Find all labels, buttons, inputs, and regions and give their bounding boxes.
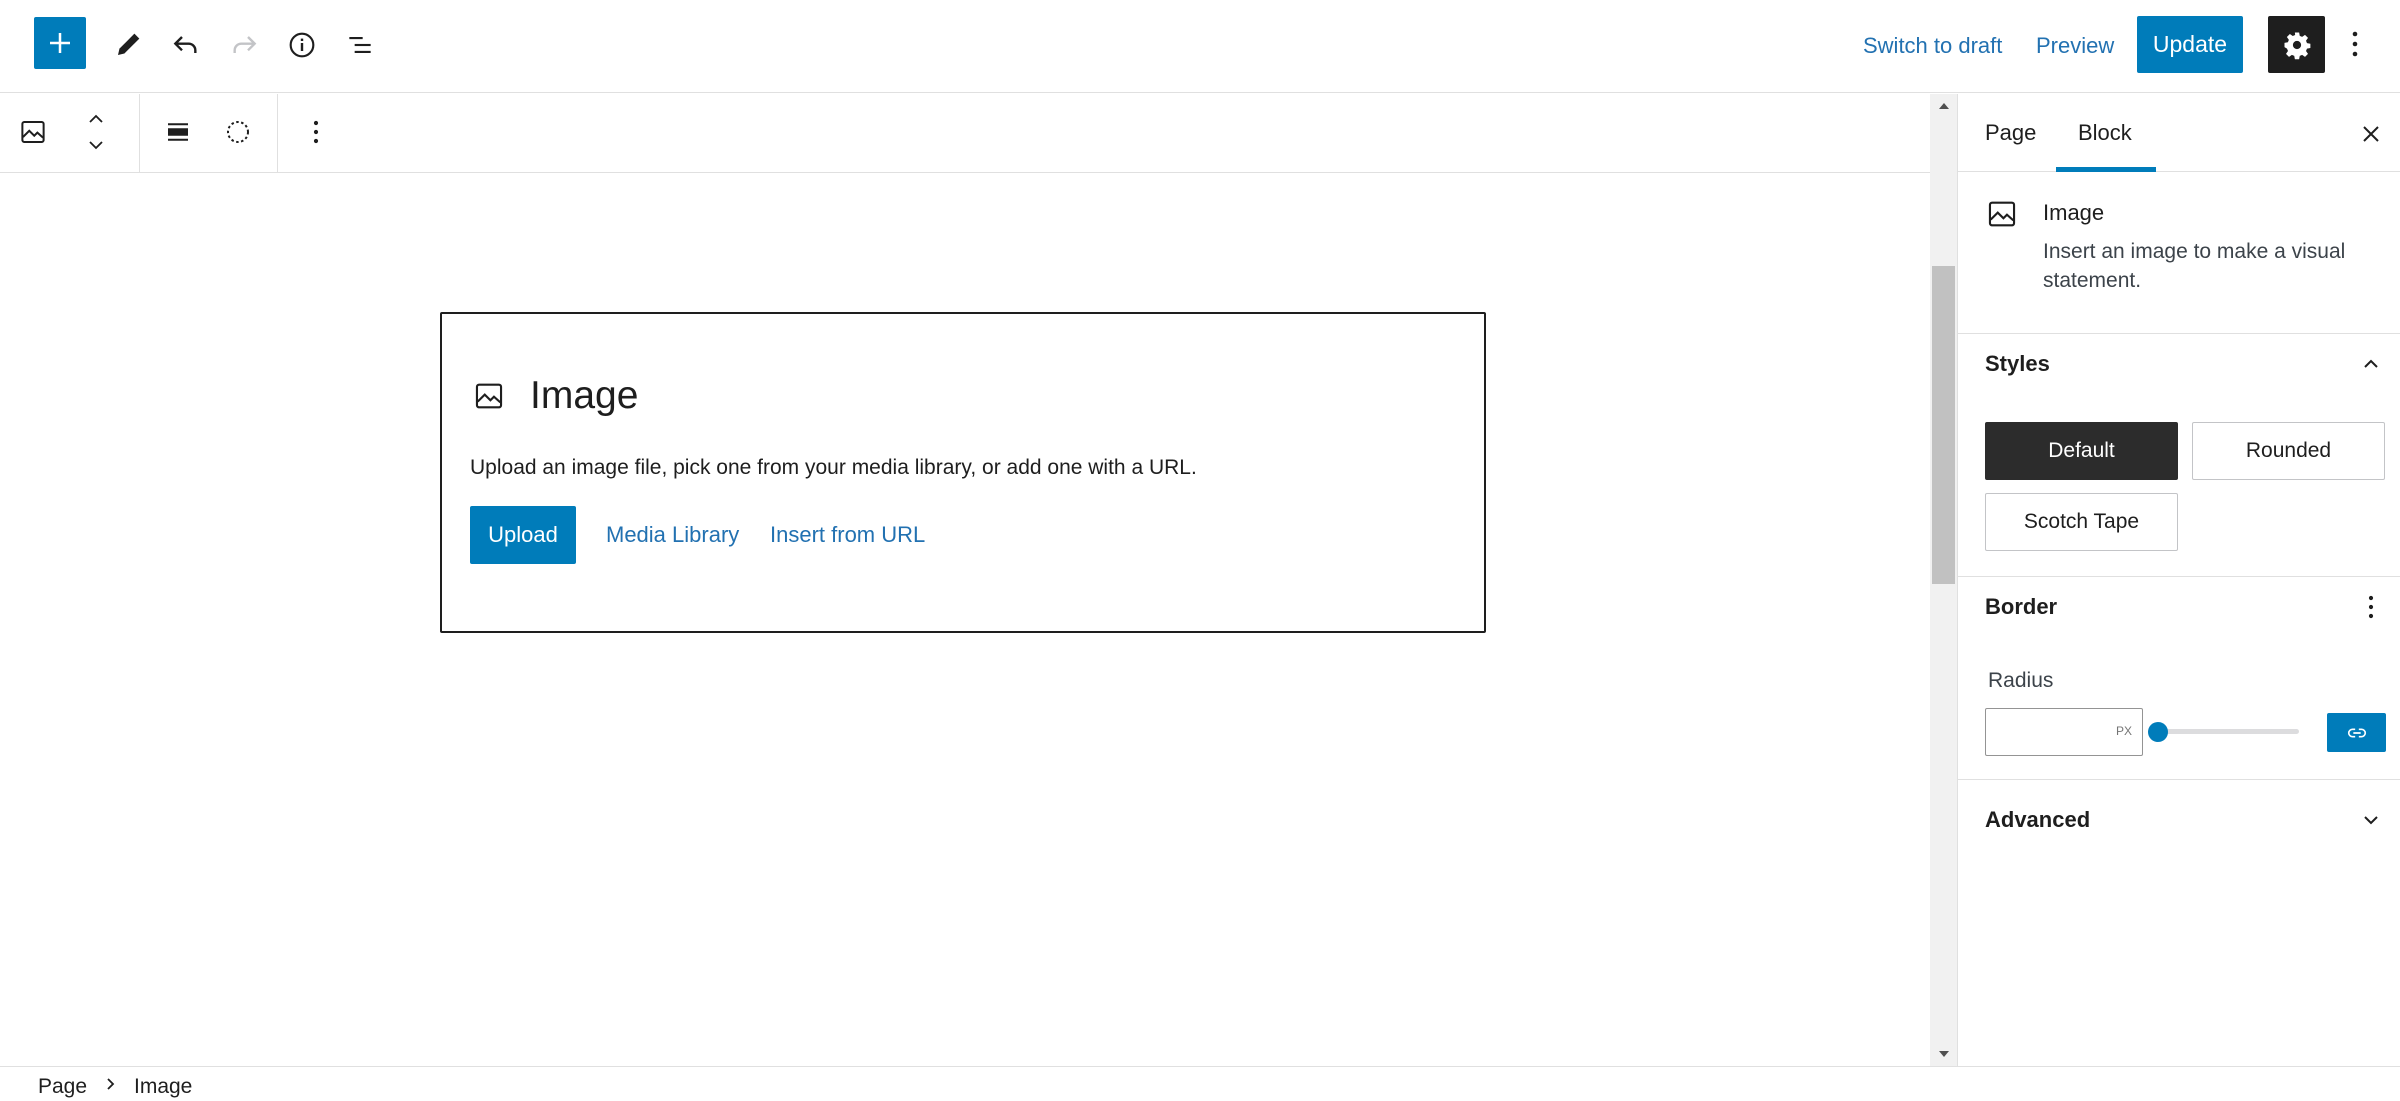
tab-page[interactable]: Page	[1985, 94, 2036, 172]
sidebar-tabs: Page Block	[1958, 94, 2400, 172]
styles-panel-toggle[interactable]	[2351, 344, 2391, 384]
placeholder-title: Image	[530, 374, 639, 417]
advanced-panel: Advanced	[1958, 780, 2400, 860]
tab-block[interactable]: Block	[2056, 94, 2156, 172]
advanced-panel-header[interactable]: Advanced	[1958, 790, 2400, 850]
block-card-title: Image	[2043, 200, 2105, 225]
plus-icon	[50, 33, 70, 53]
style-scotch-tape-button[interactable]: Scotch Tape	[1985, 493, 2178, 551]
radius-label: Radius	[1988, 669, 2054, 692]
toolbar-divider	[277, 94, 278, 173]
editor-header: Switch to draft Preview Update	[0, 0, 2400, 93]
chevron-right-icon	[107, 1078, 115, 1090]
align-icon	[168, 123, 188, 141]
block-options-button[interactable]	[292, 108, 340, 156]
options-button[interactable]	[2340, 22, 2370, 66]
block-card: Image Insert an image to make a visual s…	[1958, 173, 2400, 334]
image-icon	[21, 121, 45, 143]
redo-icon	[233, 36, 257, 53]
style-default-button[interactable]: Default	[1985, 422, 2178, 480]
breadcrumb-item-image: Image	[134, 1075, 193, 1098]
styles-panel-header[interactable]: Styles	[1958, 334, 2400, 394]
duotone-icon	[227, 121, 249, 143]
breadcrumb: Page Image	[0, 1066, 2400, 1101]
settings-sidebar: Page Block Image Insert an image to make…	[1957, 94, 2400, 1066]
insert-from-url-button[interactable]: Insert from URL	[770, 506, 925, 564]
chevron-up-icon	[2364, 359, 2378, 368]
radius-input[interactable]: PX	[1985, 708, 2143, 756]
upload-button[interactable]: Upload	[470, 506, 576, 564]
more-vertical-icon	[313, 120, 319, 144]
scrollbar-thumb[interactable]	[1932, 266, 1955, 584]
media-library-button[interactable]: Media Library	[606, 506, 739, 564]
more-vertical-icon	[2368, 595, 2374, 619]
styles-panel-title: Styles	[1985, 351, 2050, 376]
image-icon	[1988, 201, 2016, 227]
list-view-icon	[349, 37, 371, 53]
advanced-panel-title: Advanced	[1985, 807, 2091, 832]
triangle-up-icon	[1938, 103, 1949, 109]
toolbar-divider	[139, 94, 140, 173]
border-options-button[interactable]	[2351, 587, 2391, 627]
radius-slider-track[interactable]	[2157, 729, 2299, 734]
duotone-button[interactable]	[214, 108, 262, 156]
tools-button[interactable]	[106, 23, 150, 67]
image-icon	[475, 383, 503, 409]
radius-slider-thumb[interactable]	[2148, 722, 2168, 742]
list-view-button[interactable]	[338, 23, 382, 67]
more-vertical-icon	[2352, 31, 2358, 57]
styles-panel: Styles Default Rounded Scotch Tape	[1958, 334, 2400, 577]
settings-button[interactable]	[2268, 16, 2325, 73]
move-up-down-icon	[89, 114, 103, 150]
update-button[interactable]: Update	[2137, 16, 2243, 73]
border-panel: Border Radius PX	[1958, 577, 2400, 780]
switch-to-draft-button[interactable]: Switch to draft	[1863, 26, 2002, 66]
border-panel-title: Border	[1985, 594, 2058, 619]
link-icon	[2347, 728, 2366, 737]
preview-button[interactable]: Preview	[2036, 26, 2114, 66]
placeholder-instructions: Upload an image file, pick one from your…	[470, 456, 1197, 479]
border-panel-header: Border	[1958, 577, 2400, 637]
undo-icon	[173, 36, 197, 53]
editor-scrollbar[interactable]	[1930, 94, 1957, 1066]
link-radius-button[interactable]	[2327, 713, 2386, 752]
details-button[interactable]	[280, 23, 324, 67]
redo-button[interactable]	[222, 23, 266, 67]
image-placeholder-block[interactable]: Image Upload an image file, pick one fro…	[440, 312, 1486, 633]
align-button[interactable]	[154, 108, 202, 156]
scroll-down-arrow[interactable]	[1930, 1042, 1957, 1066]
block-type-button[interactable]	[9, 108, 57, 156]
style-rounded-button[interactable]: Rounded	[2192, 422, 2385, 480]
placeholder-title-row: Image	[472, 374, 638, 418]
close-sidebar-button[interactable]	[2351, 114, 2391, 154]
close-icon	[2363, 126, 2379, 142]
radius-unit-label: PX	[2115, 724, 2132, 738]
block-inserter-button[interactable]	[34, 17, 86, 69]
undo-button[interactable]	[164, 23, 208, 67]
block-toolbar	[0, 94, 1957, 173]
move-block-buttons[interactable]	[72, 108, 120, 156]
pencil-icon	[118, 33, 140, 55]
block-card-description: Insert an image to make a visual stateme…	[2043, 240, 2346, 292]
scroll-up-arrow[interactable]	[1930, 94, 1957, 118]
chevron-down-icon	[2364, 816, 2378, 825]
breadcrumb-item-page[interactable]: Page	[38, 1075, 87, 1099]
triangle-down-icon	[1938, 1051, 1949, 1057]
gear-icon	[2284, 32, 2310, 59]
info-icon	[289, 32, 315, 58]
advanced-panel-toggle[interactable]	[2351, 800, 2391, 840]
